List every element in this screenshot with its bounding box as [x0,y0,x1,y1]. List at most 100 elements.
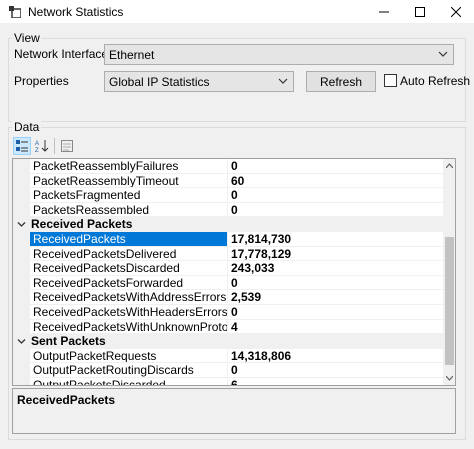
property-name[interactable]: OutputPacketsDiscarded [30,378,228,385]
row-gutter [13,232,30,247]
property-value[interactable]: 0 [228,203,443,218]
property-row[interactable]: PacketReassemblyTimeout 60 [13,173,443,189]
row-gutter [13,202,30,218]
property-row[interactable]: OutputPacketRoutingDiscards 0 [13,363,443,378]
data-group-label: Data [12,120,42,134]
property-name[interactable]: OutputPacketRoutingDiscards [30,363,228,378]
refresh-button[interactable]: Refresh [306,71,376,92]
scroll-down-button[interactable] [443,372,455,385]
property-name[interactable]: ReceivedPacketsForwarded [30,275,228,291]
property-value[interactable]: 17,814,730 [228,232,443,247]
property-value[interactable]: 6 [228,378,443,385]
description-pane: ReceivedPackets [12,388,456,434]
property-value[interactable]: 0 [228,305,443,320]
property-value[interactable]: 2,539 [228,290,443,305]
row-gutter [13,275,30,291]
alphabetical-icon: A Z [35,140,49,153]
minimize-button[interactable] [366,0,402,24]
properties-label: Properties [14,74,69,88]
alphabetical-view-button[interactable]: A Z [33,137,51,155]
property-row[interactable]: OutputPacketRequests 14,318,806 [13,348,443,364]
property-row[interactable]: PacketReassemblyFailures 0 [13,159,443,174]
property-name[interactable]: PacketsReassembled [30,202,228,218]
property-row[interactable]: OutputPacketsDiscarded 6 [13,378,443,385]
auto-refresh-label[interactable]: Auto Refresh [400,74,470,88]
property-name[interactable]: ReceivedPacketsDelivered [30,246,228,262]
row-gutter [13,305,30,320]
property-name[interactable]: ReceivedPacketsWithUnknownProtocol [30,319,228,335]
title-bar[interactable]: Network Statistics [0,0,474,24]
toolbar-separator [54,138,55,154]
row-gutter [13,319,30,335]
auto-refresh-checkbox[interactable] [384,74,397,87]
property-name[interactable]: ReceivedPacketsWithHeadersErrors [30,305,228,320]
row-gutter [13,159,30,174]
row-gutter [13,290,30,305]
close-button[interactable] [438,0,474,24]
row-gutter [13,246,30,262]
property-row[interactable]: PacketsReassembled 0 [13,202,443,218]
property-value[interactable]: 17,778,129 [228,247,443,262]
row-gutter [13,363,30,378]
property-row[interactable]: ReceivedPacketsWithAddressErrors 2,539 [13,290,443,305]
property-row[interactable]: ReceivedPackets 17,814,730 [13,232,443,247]
chevron-down-icon [438,51,448,57]
property-value[interactable]: 60 [228,174,443,189]
property-value[interactable]: 4 [228,320,443,335]
property-name[interactable]: ReceivedPackets [30,232,228,247]
network-interface-value: Ethernet [109,48,155,62]
property-row[interactable]: ReceivedPacketsForwarded 0 [13,275,443,291]
property-value[interactable]: 0 [228,159,443,174]
category-row[interactable]: Sent Packets [13,334,443,349]
property-pages-icon [61,140,73,152]
property-value[interactable]: 0 [228,363,443,378]
property-pages-button[interactable] [58,137,76,155]
property-name[interactable]: ReceivedPacketsDiscarded [30,261,228,276]
category-title: Received Packets [31,217,133,232]
vertical-scrollbar[interactable] [443,159,455,385]
row-gutter [13,261,30,276]
chevron-down-icon [278,78,288,84]
property-name[interactable]: PacketsFragmented [30,188,228,203]
categorized-view-button[interactable] [13,137,31,155]
properties-select[interactable]: Global IP Statistics [104,71,294,92]
category-title: Sent Packets [31,334,106,349]
description-title: ReceivedPackets [17,393,116,407]
property-grid[interactable]: PacketReassemblyFailures 0 PacketReassembl… [12,158,456,386]
minimize-icon [379,11,389,13]
property-name[interactable]: ReceivedPacketsWithAddressErrors [30,290,228,305]
property-name[interactable]: PacketReassemblyTimeout [30,173,228,189]
network-interface-label: Network Interface [14,47,109,61]
scrollbar-thumb[interactable] [445,237,454,365]
scroll-up-icon [446,163,453,168]
properties-value: Global IP Statistics [109,75,210,89]
property-row[interactable]: ReceivedPacketsWithUnknownProtocol 4 [13,319,443,335]
property-value[interactable]: 243,033 [228,261,443,276]
collapse-chevron-icon[interactable] [17,337,26,346]
property-row[interactable]: ReceivedPacketsDiscarded 243,033 [13,261,443,276]
row-gutter [13,348,30,364]
property-row[interactable]: ReceivedPacketsWithHeadersErrors 0 [13,305,443,320]
app-window-icon [9,6,21,18]
category-row[interactable]: Received Packets [13,217,443,232]
property-value[interactable]: 14,318,806 [228,349,443,364]
row-gutter [13,173,30,189]
maximize-button[interactable] [402,0,438,24]
scroll-up-button[interactable] [443,159,455,172]
network-interface-select[interactable]: Ethernet [104,44,454,65]
row-gutter [13,378,30,385]
collapse-chevron-icon[interactable] [17,220,26,229]
maximize-icon [415,7,425,17]
property-value[interactable]: 0 [228,276,443,291]
svg-text:Z: Z [35,148,39,153]
property-value[interactable]: 0 [228,188,443,203]
property-name[interactable]: PacketReassemblyFailures [30,159,228,174]
svg-text:A: A [35,141,39,147]
row-gutter [13,188,30,203]
view-group-label: View [12,31,42,45]
close-icon [451,7,461,17]
property-row[interactable]: PacketsFragmented 0 [13,188,443,203]
property-row[interactable]: ReceivedPacketsDelivered 17,778,129 [13,246,443,262]
property-name[interactable]: OutputPacketRequests [30,348,228,364]
window-title: Network Statistics [28,5,124,19]
